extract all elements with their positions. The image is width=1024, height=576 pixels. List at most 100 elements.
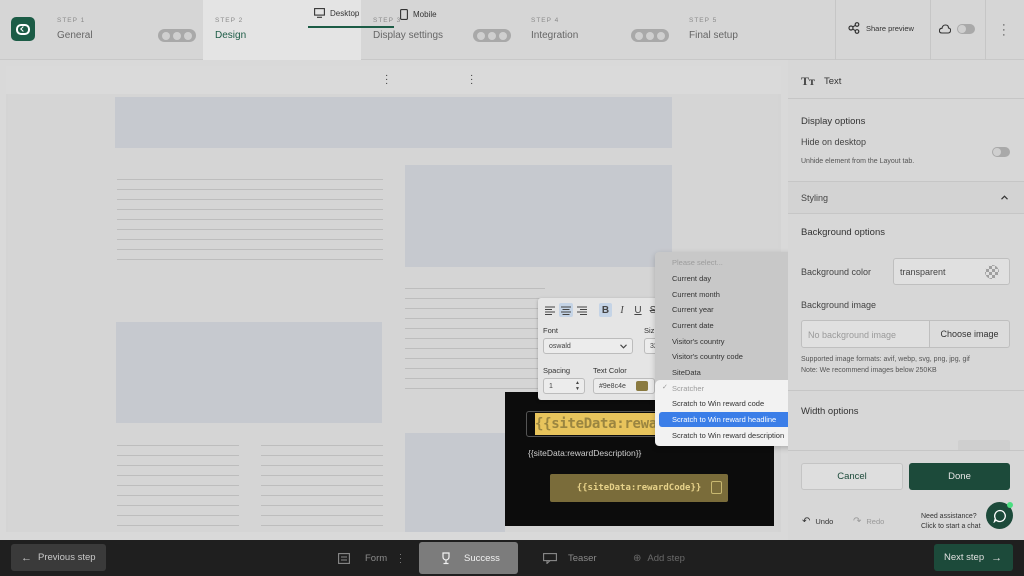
text-element-icon: Tт [801,74,815,88]
headline-selected-text[interactable]: {{siteData:rewardHeadline}} [535,413,656,435]
desktop-icon [314,8,325,18]
size-label: Siz [644,326,655,335]
spacing-input[interactable]: 1 ▲ ▼ [543,378,585,394]
chat-icon [992,509,1006,523]
previous-step-button[interactable]: ← Previous step [11,544,106,571]
tab-mobile[interactable]: Mobile [400,0,460,28]
plus-circle-icon: ⊕ [633,552,642,564]
font-select[interactable]: oswald [543,338,633,354]
more-menu-icon[interactable]: · · · [1002,20,1006,41]
background-color-label: Background color [801,267,872,277]
dropdown-item-selected[interactable]: Scratch to Win reward headline [672,415,776,424]
spacing-value: 1 [549,382,553,390]
tab-label: Mobile [413,9,437,19]
placeholder-image [405,165,672,267]
tab-desktop[interactable]: Desktop [308,0,394,28]
redo-label: Redo [866,517,885,526]
dropdown-group-label: Scratcher [672,384,705,393]
background-image-field[interactable]: No background image [801,320,930,348]
image-formats-note: Supported image formats: avif, webp, svg… [801,356,970,363]
hide-desktop-label: Hide on desktop [801,137,867,147]
placeholder-image [116,322,382,423]
transparent-swatch-icon[interactable] [985,265,999,279]
next-step-button[interactable]: Next step → [934,544,1013,571]
share-label: Share preview [866,23,914,33]
redo-button[interactable]: ↷ Redo [853,516,884,527]
font-label: Font [543,326,559,335]
copy-icon[interactable] [711,481,722,494]
dropdown-item[interactable]: Current year [672,305,714,314]
dropdown-item[interactable]: SiteData [672,368,701,377]
underline-icon[interactable]: U [632,303,644,317]
dropdown-item[interactable]: Scratch to Win reward description [672,431,784,440]
align-left-icon[interactable] [543,303,556,317]
background-color-input[interactable]: transparent [893,258,1010,285]
reward-code-button[interactable]: {{siteData:rewardCode}} [550,474,728,502]
stepper-arrows-icon[interactable]: ▲ ▼ [575,380,580,392]
tab-success[interactable]: Success [419,542,518,574]
font-value: oswald [549,342,571,350]
dropdown-item[interactable]: Current day [672,274,711,283]
assistance-link[interactable]: Need assistance? Click to start a chat [921,512,981,532]
tab-label: Success [464,552,500,564]
chat-button[interactable] [986,502,1013,529]
align-center-icon[interactable] [559,303,573,317]
step-number: STEP 1 [57,17,86,24]
share-preview-button[interactable]: Share preview [848,22,914,34]
trophy-icon [442,552,450,565]
mobile-icon [400,8,408,20]
step-name: Design [215,30,247,41]
description-text[interactable]: {{siteData:rewardDescription}} [528,448,641,458]
form-options-icon[interactable]: · · · [399,550,402,567]
text-color-swatch[interactable] [636,381,648,391]
placeholder-text-lines [117,179,383,260]
step-general[interactable]: STEP 1 General [45,0,203,60]
tab-label: Desktop [330,8,360,18]
dropdown-item[interactable]: Scratch to Win reward code [672,399,764,408]
placeholder-banner [115,97,672,148]
step-integration[interactable]: STEP 4 Integration [519,0,677,60]
italic-icon[interactable]: I [616,303,628,317]
step-final-setup[interactable]: STEP 5 Final setup [677,0,835,60]
text-color-value: #9e8c4e [599,382,626,390]
assistance-title: Need assistance? [921,513,977,520]
next-step-label: Next step [944,552,985,563]
step-status-toggle [158,29,196,42]
spacing-label: Spacing [543,366,571,375]
dropdown-item[interactable]: Current date [672,321,714,330]
autosave-toggle[interactable] [957,24,975,34]
teaser-icon [543,552,557,564]
dropdown-item[interactable]: Visitor's country [672,337,725,346]
background-options-heading: Background options [801,227,885,238]
device-tabs [6,66,781,94]
cancel-button[interactable]: Cancel [801,463,903,490]
checkmark-icon: ✓ [662,384,668,391]
online-dot [1007,502,1013,508]
desktop-options-icon[interactable]: · · · [385,71,388,89]
tab-teaser[interactable]: Teaser [543,540,597,576]
background-color-value: transparent [900,267,946,277]
dropdown-item[interactable]: Current month [672,290,720,299]
done-button[interactable]: Done [909,463,1010,490]
undo-icon: ↶ [802,516,811,527]
mobile-options-icon[interactable]: · · · [470,71,473,89]
undo-button[interactable]: ↶ Undo [802,516,833,527]
chevron-up-icon[interactable] [1001,195,1008,200]
hide-desktop-toggle[interactable] [992,147,1010,157]
redo-icon: ↷ [853,516,862,527]
align-right-icon[interactable] [575,303,588,317]
add-step-button[interactable]: ⊕ Add step [633,540,685,576]
bold-icon[interactable]: B [599,303,612,317]
placeholder-image [405,433,505,532]
choose-image-button[interactable]: Choose image [929,320,1010,348]
app-logo[interactable] [11,17,35,41]
tab-form[interactable]: Form [338,540,387,576]
background-image-placeholder: No background image [808,330,897,340]
arrow-right-icon: → [991,551,1003,564]
width-options-heading: Width options [801,406,859,417]
placeholder-text-lines [261,445,383,526]
dropdown-item[interactable]: Visitor's country code [672,352,743,361]
styling-label: Styling [801,193,829,203]
image-size-note: Note: We recommend images below 250KB [801,367,937,374]
previous-step-label: Previous step [38,552,96,563]
